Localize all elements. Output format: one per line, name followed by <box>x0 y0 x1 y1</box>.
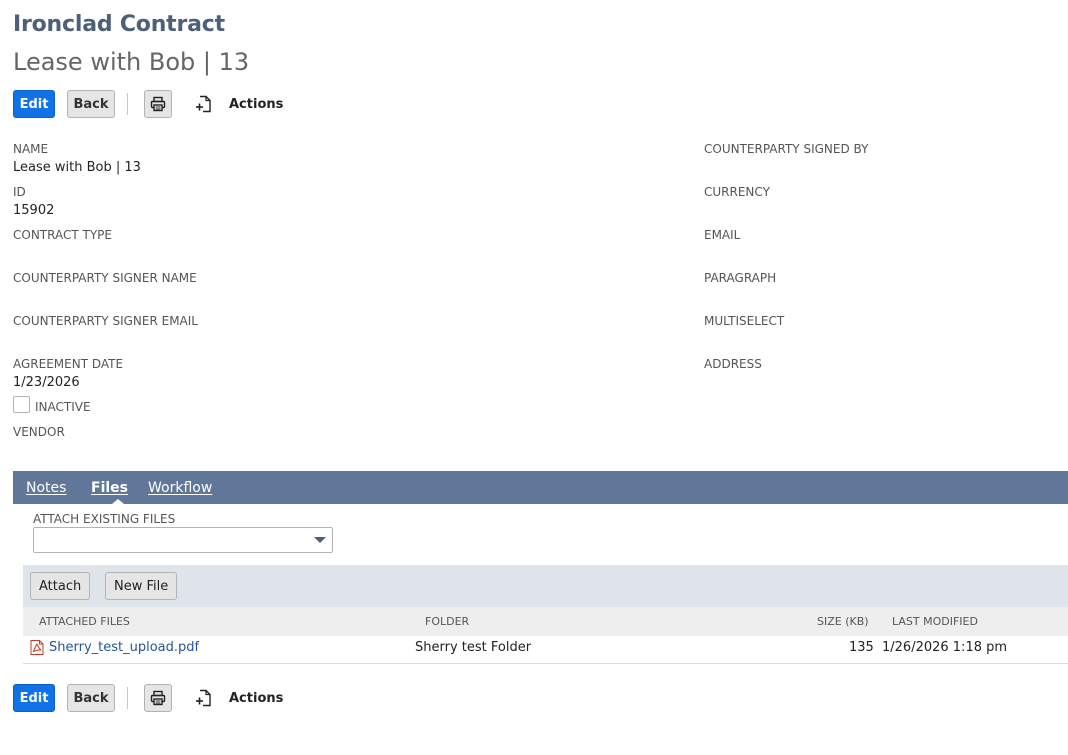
print-button-bottom[interactable] <box>144 684 172 712</box>
column-header-size[interactable]: SIZE (KB) <box>817 615 869 628</box>
caret-down-icon[interactable] <box>314 537 326 543</box>
field-multiselect: MULTISELECT <box>704 314 784 328</box>
bottom-toolbar: Edit Back Actions <box>13 684 283 712</box>
field-name: NAME Lease with Bob | 13 <box>13 142 141 175</box>
printer-icon <box>150 690 166 706</box>
field-counterparty-signer-name-label: COUNTERPARTY SIGNER NAME <box>13 271 197 285</box>
record-name-subtitle: Lease with Bob | 13 <box>13 48 250 76</box>
top-toolbar: Edit Back Actions <box>13 90 283 118</box>
field-address: ADDRESS <box>704 357 762 371</box>
attach-button[interactable]: Attach <box>30 572 91 600</box>
field-agreement-date-label: AGREEMENT DATE <box>13 357 124 371</box>
field-contract-type-label: CONTRACT TYPE <box>13 228 112 242</box>
new-file-button[interactable]: New File <box>105 572 178 600</box>
file-size: 135 <box>849 640 874 655</box>
column-header-folder[interactable]: FOLDER <box>425 615 469 628</box>
field-paragraph-label: PARAGRAPH <box>704 271 777 285</box>
files-table-header: ATTACHED FILES FOLDER SIZE (KB) LAST MOD… <box>23 607 1068 636</box>
actions-menu-bottom[interactable]: Actions <box>229 691 283 706</box>
field-vendor-label: VENDOR <box>13 425 65 439</box>
attach-existing-files-label: ATTACH EXISTING FILES <box>33 512 176 526</box>
table-row: Sherry_test_upload.pdf Sherry test Folde… <box>23 636 1068 664</box>
file-last-modified: 1/26/2026 1:18 pm <box>882 640 1008 655</box>
actions-menu[interactable]: Actions <box>229 97 283 112</box>
field-counterparty-signed-by-label: COUNTERPARTY SIGNED BY <box>704 142 869 156</box>
column-header-attached-files[interactable]: ATTACHED FILES <box>39 615 130 628</box>
back-button[interactable]: Back <box>67 90 115 118</box>
print-button[interactable] <box>144 90 172 118</box>
field-contract-type: CONTRACT TYPE <box>13 228 112 242</box>
field-id: ID 15902 <box>13 185 54 218</box>
file-name-link[interactable]: Sherry_test_upload.pdf <box>49 640 199 655</box>
field-multiselect-label: MULTISELECT <box>704 314 785 328</box>
record-type-title: Ironclad Contract <box>13 12 225 37</box>
file-folder: Sherry test Folder <box>415 640 532 655</box>
field-currency: CURRENCY <box>704 185 770 199</box>
toolbar-separator <box>127 687 128 709</box>
tab-workflow[interactable]: Workflow <box>148 480 212 496</box>
field-id-value: 15902 <box>13 203 55 218</box>
actions-menu-icon-button[interactable] <box>194 94 214 114</box>
field-agreement-date-value: 1/23/2026 <box>13 375 80 390</box>
edit-button[interactable]: Edit <box>13 90 55 118</box>
field-vendor: VENDOR <box>13 425 65 439</box>
column-header-last-modified[interactable]: LAST MODIFIED <box>892 615 978 628</box>
document-plus-icon <box>196 689 211 707</box>
field-counterparty-signer-email-label: COUNTERPARTY SIGNER EMAIL <box>13 314 198 328</box>
document-plus-icon <box>196 95 211 113</box>
back-button-bottom[interactable]: Back <box>67 684 115 712</box>
tab-files[interactable]: Files <box>91 480 128 496</box>
field-address-label: ADDRESS <box>704 357 762 371</box>
pdf-file-icon <box>30 640 44 655</box>
printer-icon <box>150 96 166 112</box>
field-currency-label: CURRENCY <box>704 185 770 199</box>
inactive-label: INACTIVE <box>35 400 91 414</box>
tab-notes[interactable]: Notes <box>26 480 66 496</box>
active-tab-indicator <box>112 499 124 504</box>
attach-existing-files-select[interactable] <box>33 527 333 553</box>
field-counterparty-signer-email: COUNTERPARTY SIGNER EMAIL <box>13 314 198 328</box>
field-paragraph: PARAGRAPH <box>704 271 776 285</box>
edit-button-bottom[interactable]: Edit <box>13 684 55 712</box>
inactive-checkbox[interactable] <box>13 396 30 413</box>
field-name-label: NAME <box>13 142 49 156</box>
actions-menu-icon-button-bottom[interactable] <box>194 688 214 708</box>
subtab-bar: Notes Files Workflow <box>13 471 1068 504</box>
field-email: EMAIL <box>704 228 740 242</box>
files-button-bar: Attach New File <box>23 565 1068 607</box>
field-name-value: Lease with Bob | 13 <box>13 160 141 175</box>
field-counterparty-signed-by: COUNTERPARTY SIGNED BY <box>704 142 868 156</box>
field-id-label: ID <box>13 185 26 199</box>
field-agreement-date: AGREEMENT DATE 1/23/2026 <box>13 357 123 390</box>
field-email-label: EMAIL <box>704 228 741 242</box>
field-counterparty-signer-name: COUNTERPARTY SIGNER NAME <box>13 271 197 285</box>
toolbar-separator <box>127 93 128 115</box>
